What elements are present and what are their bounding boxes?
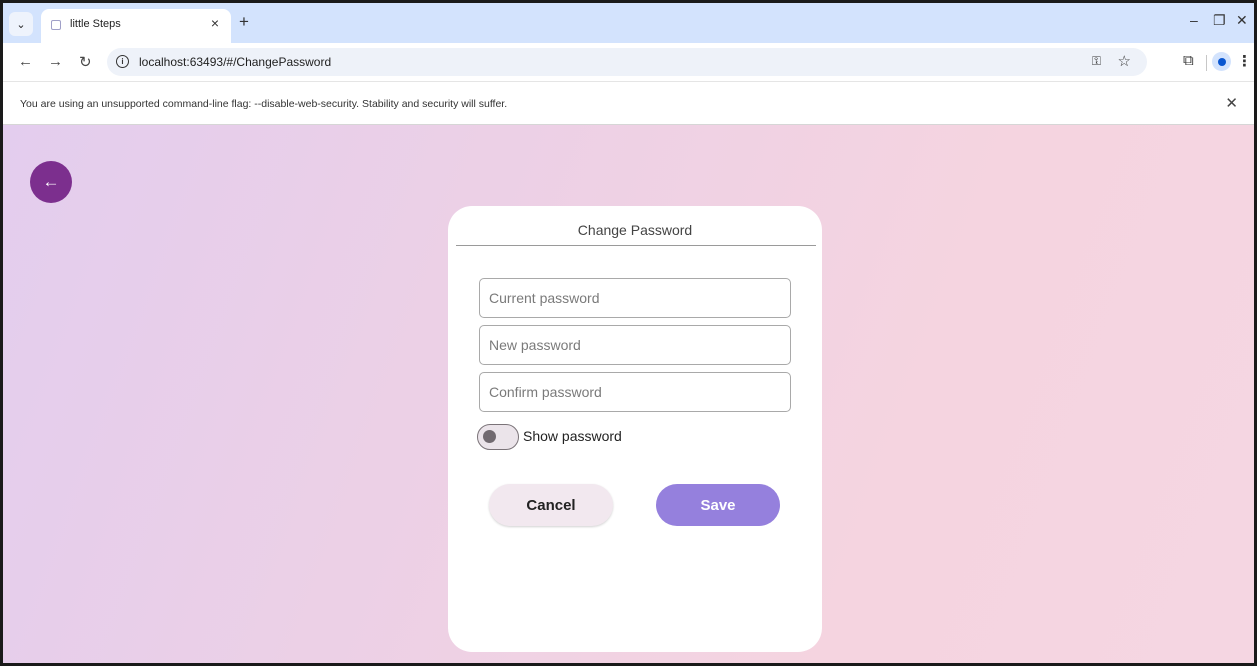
arrow-left-icon: ← (42, 172, 60, 191)
infobar-message: You are using an unsupported command-lin… (20, 98, 508, 110)
tab-little-steps[interactable]: little Steps × (41, 9, 231, 43)
info-icon[interactable]: i (116, 55, 129, 68)
reload-icon[interactable]: ↻ (79, 53, 92, 71)
forward-arrow-icon[interactable]: → (48, 53, 63, 70)
confirm-password-field[interactable] (479, 372, 791, 412)
puzzle-icon[interactable]: ⧉ (1183, 52, 1194, 69)
toolbar-divider (1206, 55, 1207, 71)
close-icon[interactable]: ✕ (1236, 12, 1248, 29)
browser-window: ⌄ little Steps × + – ❐ ✕ ← → ↻ i localho… (0, 0, 1257, 666)
card-title: Change Password (577, 222, 693, 238)
url-text[interactable]: localhost:63493/#/ChangePassword (139, 55, 331, 69)
app-content: ← Change Password Show password Cancel S… (3, 125, 1254, 663)
current-password-field[interactable] (479, 278, 791, 318)
restore-icon[interactable]: ❐ (1213, 12, 1226, 29)
change-password-card: Change Password Show password Cancel Sav… (448, 206, 822, 652)
toolbar: ← → ↻ i localhost:63493/#/ChangePassword… (3, 43, 1254, 81)
key-icon[interactable]: ⚿ (1092, 54, 1101, 69)
address-bar[interactable]: i localhost:63493/#/ChangePassword ⚿ ☆ (107, 48, 1147, 76)
cancel-button[interactable]: Cancel (489, 484, 613, 526)
back-button[interactable]: ← (30, 161, 72, 203)
toggle-knob (483, 430, 496, 443)
tab-title: little Steps (70, 18, 121, 30)
infobar-close-icon[interactable]: ✕ (1225, 94, 1238, 112)
chevron-down-icon[interactable]: ⌄ (9, 12, 33, 36)
show-password-toggle[interactable] (477, 424, 519, 450)
new-tab-button[interactable]: + (239, 12, 249, 32)
tab-close-icon[interactable]: × (211, 15, 219, 31)
minimize-icon[interactable]: – (1190, 12, 1198, 28)
kebab-menu-icon[interactable]: ⋮ (1237, 52, 1252, 70)
warning-infobar: You are using an unsupported command-lin… (3, 81, 1254, 125)
title-divider (456, 245, 816, 246)
show-password-label: Show password (523, 428, 622, 444)
tab-strip: ⌄ little Steps × + – ❐ ✕ (3, 3, 1254, 43)
profile-icon[interactable] (1212, 52, 1231, 71)
star-icon[interactable]: ☆ (1118, 52, 1131, 70)
new-password-field[interactable] (479, 325, 791, 365)
back-arrow-icon[interactable]: ← (18, 53, 33, 70)
page-icon (51, 20, 61, 30)
save-button[interactable]: Save (656, 484, 780, 526)
